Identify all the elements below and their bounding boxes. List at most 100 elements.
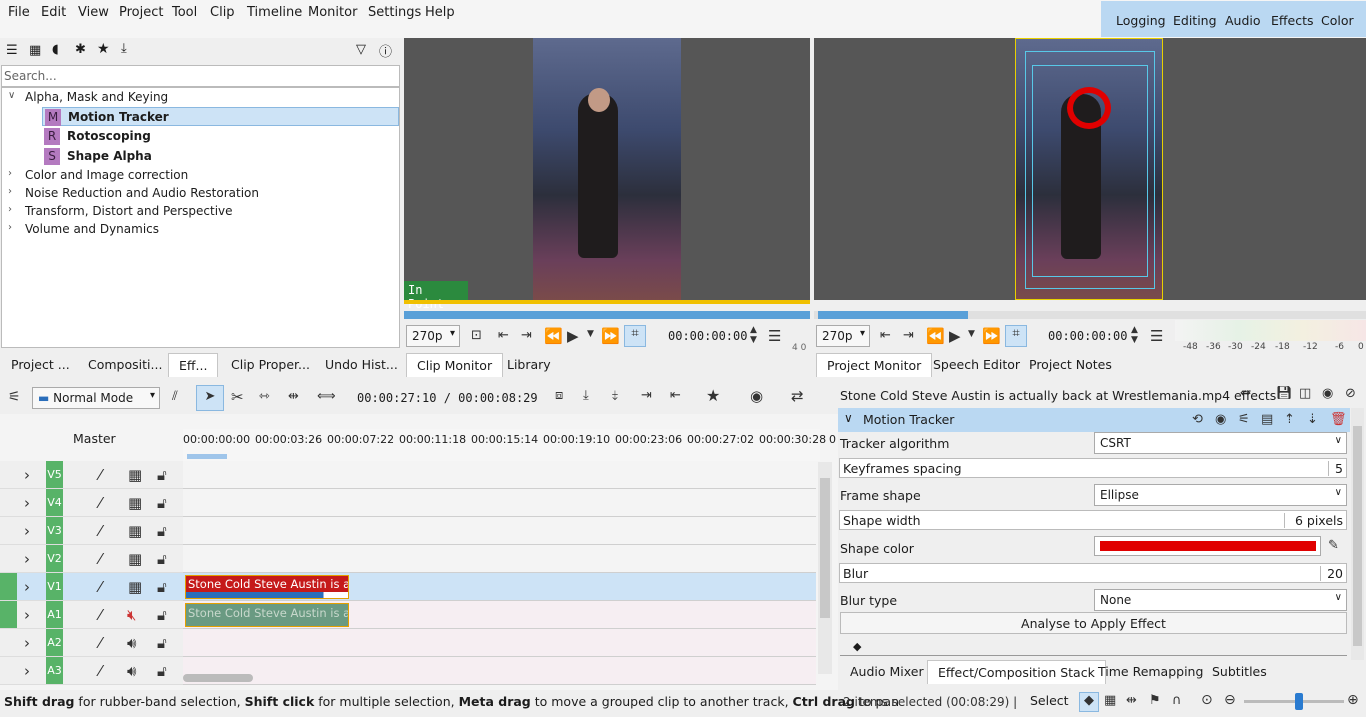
project-monitor-view[interactable] bbox=[814, 38, 1366, 300]
effects-wand-icon[interactable]: ⁄ bbox=[99, 494, 102, 512]
split-compare-icon[interactable]: ◫ bbox=[1299, 386, 1311, 401]
select-tool-icon[interactable]: ➤ bbox=[196, 385, 224, 411]
speaker-muted-icon[interactable]: 🔇︎ bbox=[127, 606, 136, 624]
lock-icon[interactable]: 🔓︎ bbox=[157, 550, 167, 568]
extract-icon[interactable]: ⇤ bbox=[670, 388, 681, 403]
video-effects-icon[interactable]: ▦ bbox=[29, 43, 41, 58]
track-lane[interactable] bbox=[183, 517, 816, 545]
reset-icon[interactable]: ⟲ bbox=[1192, 412, 1203, 427]
track-header[interactable]: › A2 ⁄ 🔊︎ 🔓︎ bbox=[0, 629, 183, 657]
ripple-tool-icon[interactable]: ⇹ bbox=[288, 389, 299, 404]
master-label[interactable]: Master bbox=[73, 431, 116, 446]
effects-wand-icon[interactable]: ⁄ bbox=[99, 634, 102, 652]
tab-undo-history[interactable]: Undo Hist... bbox=[325, 357, 398, 372]
keyframe-timeline[interactable]: ◆ bbox=[840, 640, 1347, 658]
effects-wand-icon[interactable]: ⁄ bbox=[99, 466, 102, 484]
zoom-slider[interactable] bbox=[1244, 693, 1344, 710]
expand-arrow-icon[interactable]: › bbox=[24, 522, 30, 540]
zoom-out-icon[interactable]: ⊖ bbox=[1224, 692, 1236, 708]
target-indicator[interactable] bbox=[0, 601, 17, 628]
target-indicator[interactable] bbox=[0, 573, 17, 600]
rewind-icon[interactable]: ⏪ bbox=[926, 327, 945, 345]
list-view-icon[interactable]: ☰ bbox=[6, 43, 18, 58]
menu-file[interactable]: File bbox=[6, 5, 32, 20]
adjust-icon[interactable]: ⚟ bbox=[1238, 412, 1250, 427]
menu-timeline[interactable]: Timeline bbox=[245, 5, 304, 20]
timecode-spin-icon[interactable]: ▲ ▼ bbox=[1131, 325, 1138, 345]
project-timecode[interactable]: 00:00:00:00 bbox=[1048, 329, 1127, 343]
effects-wand-icon[interactable]: ⁄ bbox=[99, 578, 102, 596]
menu-icon[interactable]: ☰ bbox=[1150, 327, 1163, 345]
film-icon[interactable]: ▦ bbox=[128, 578, 142, 596]
fast-forward-icon[interactable]: ⏩ bbox=[982, 327, 1001, 345]
crop-icon[interactable]: ⌗ bbox=[624, 325, 646, 347]
save-icon[interactable]: ▤ bbox=[1261, 412, 1273, 427]
track-lane[interactable] bbox=[183, 489, 816, 517]
effect-item[interactable]: R Rotoscoping bbox=[2, 127, 399, 146]
timeline-ruler[interactable]: 00:00:00:00 00:00:03:26 00:00:07:22 00:0… bbox=[183, 429, 836, 461]
insert-icon[interactable]: ⤓ bbox=[583, 388, 589, 403]
lock-icon[interactable]: 🔓︎ bbox=[157, 494, 167, 512]
play-icon[interactable]: ▶ bbox=[567, 327, 579, 345]
zoom-in-icon[interactable]: ⊕ bbox=[1347, 692, 1359, 708]
track-lane[interactable] bbox=[183, 461, 816, 489]
tab-time-remapping[interactable]: Time Remapping bbox=[1098, 664, 1203, 679]
track-lane[interactable]: Stone Cold Steve Austin is actu bbox=[183, 601, 816, 629]
info-icon[interactable]: ⓘ bbox=[379, 41, 392, 60]
tab-library[interactable]: Library bbox=[507, 357, 551, 372]
film-icon[interactable]: ▦ bbox=[128, 522, 142, 540]
timeline-hscrollbar[interactable] bbox=[183, 674, 253, 682]
effects-wand-icon[interactable]: ⁄ bbox=[99, 522, 102, 540]
category-color[interactable]: › Color and Image correction bbox=[2, 166, 399, 185]
play-icon[interactable]: ▶ bbox=[949, 327, 961, 345]
razor-tool-icon[interactable]: ✂ bbox=[231, 388, 244, 406]
expand-arrow-icon[interactable]: › bbox=[24, 606, 30, 624]
keyframe-marker-icon[interactable]: ◆ bbox=[853, 640, 861, 653]
favorite-effects-icon[interactable]: ★ bbox=[706, 386, 720, 405]
custom-effects-icon[interactable]: ✱ bbox=[75, 42, 86, 57]
lift-icon[interactable]: ⇥ bbox=[641, 388, 652, 403]
favorites-icon[interactable]: ★ bbox=[97, 41, 110, 57]
clip-resolution-select[interactable]: 270p ▾ bbox=[406, 325, 460, 347]
track-header[interactable]: › A1 ⁄ 🔇︎ 🔓︎ bbox=[0, 601, 183, 629]
zone-marker[interactable] bbox=[187, 454, 227, 459]
workspace-audio[interactable]: Audio bbox=[1225, 13, 1261, 28]
menu-icon[interactable]: ☰ bbox=[768, 327, 781, 345]
chevron-down-icon[interactable]: ▼ bbox=[968, 329, 975, 339]
film-icon[interactable]: ▦ bbox=[1104, 693, 1116, 708]
edit-mode-select[interactable]: ▬ Normal Mode ▾ bbox=[32, 387, 160, 409]
menu-tool[interactable]: Tool bbox=[170, 5, 199, 20]
video-clip[interactable]: Stone Cold Steve Austin is actu bbox=[185, 575, 349, 599]
analyse-button[interactable]: Analyse to Apply Effect bbox=[840, 612, 1347, 634]
blur-type-select[interactable]: None ∨ bbox=[1094, 589, 1347, 611]
shape-color-swatch[interactable] bbox=[1094, 536, 1321, 556]
workspace-logging[interactable]: Logging bbox=[1116, 13, 1166, 28]
expand-arrow-icon[interactable]: › bbox=[8, 168, 12, 179]
film-icon[interactable]: ▦ bbox=[128, 494, 142, 512]
menu-monitor[interactable]: Monitor bbox=[306, 5, 359, 20]
snap-icon[interactable]: ◆ bbox=[1079, 692, 1099, 712]
split-audio-icon[interactable]: ⇹ bbox=[1126, 693, 1137, 708]
tab-subtitles[interactable]: Subtitles bbox=[1212, 664, 1267, 679]
blur-slider[interactable]: Blur 20 bbox=[839, 563, 1347, 583]
menu-clip[interactable]: Clip bbox=[208, 5, 237, 20]
menu-edit[interactable]: Edit bbox=[39, 5, 68, 20]
set-in-icon[interactable]: ⇤ bbox=[880, 328, 891, 343]
track-header[interactable]: › A3 ⁄ 🔊︎ 🔓︎ bbox=[0, 657, 183, 685]
fast-forward-icon[interactable]: ⏩ bbox=[601, 327, 620, 345]
tab-effects[interactable]: Eff... bbox=[168, 353, 219, 377]
crop-icon[interactable]: ⌗ bbox=[1005, 325, 1027, 347]
lock-icon[interactable]: 🔓︎ bbox=[157, 522, 167, 540]
project-monitor-ruler[interactable] bbox=[814, 311, 1366, 319]
track-header[interactable]: › V1 ⁄ ▦ 🔓︎ bbox=[0, 573, 183, 601]
overwrite-icon[interactable]: ⤈ bbox=[612, 388, 618, 403]
keyframes-spacing-slider[interactable]: Keyframes spacing 5 bbox=[839, 458, 1347, 478]
move-down-icon[interactable]: ⇣ bbox=[1307, 412, 1318, 427]
category-alpha[interactable]: ∨ Alpha, Mask and Keying bbox=[2, 88, 399, 107]
eye-icon[interactable]: ◉ bbox=[1215, 412, 1226, 427]
shape-width-slider[interactable]: Shape width 6 pixels bbox=[839, 510, 1347, 530]
compare-icon[interactable]: ⇔ bbox=[1240, 386, 1251, 401]
film-icon[interactable]: ▦ bbox=[128, 466, 142, 484]
expand-arrow-icon[interactable]: › bbox=[24, 634, 30, 652]
tab-project-notes[interactable]: Project Notes bbox=[1029, 357, 1112, 372]
